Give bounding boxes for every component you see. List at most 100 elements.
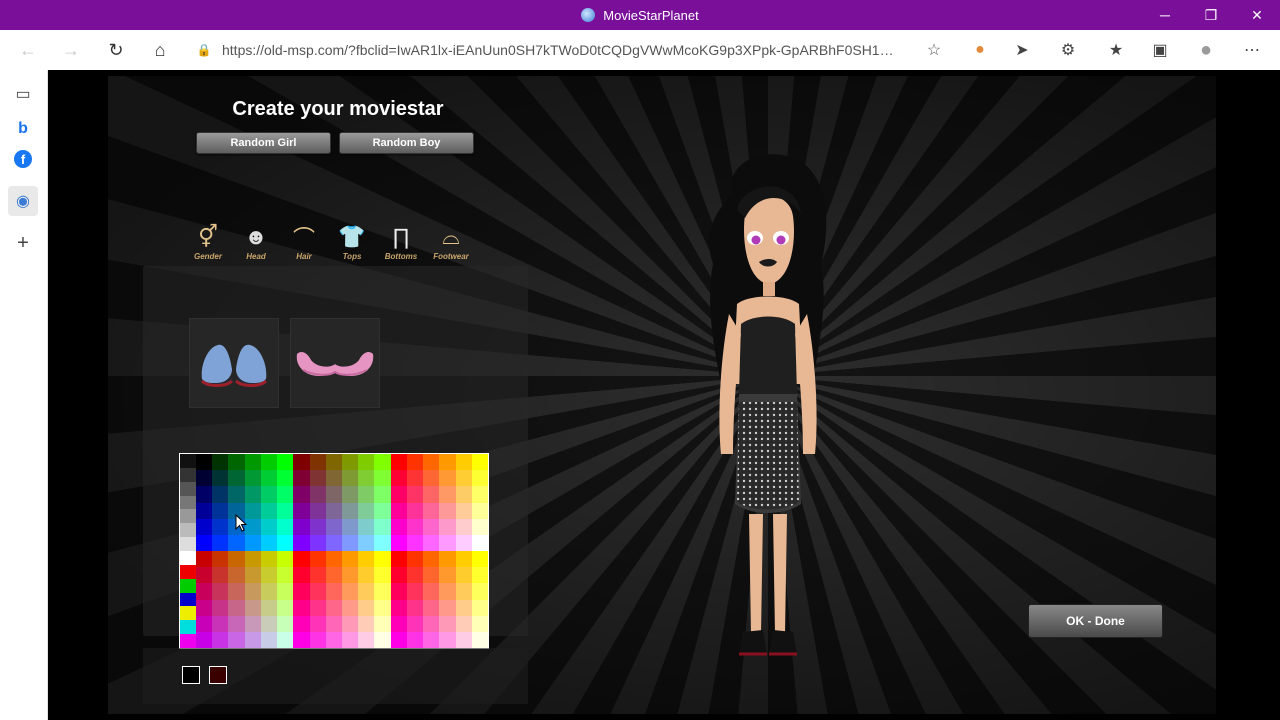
palette-swatch[interactable]	[180, 495, 196, 510]
palette-swatch[interactable]	[406, 583, 424, 600]
palette-swatch[interactable]	[471, 567, 488, 584]
palette-swatch[interactable]	[180, 467, 196, 482]
palette-swatch[interactable]	[471, 502, 488, 519]
palette-swatch[interactable]	[293, 534, 310, 552]
add-icon[interactable]: +	[8, 228, 38, 258]
palette-swatch[interactable]	[277, 534, 294, 552]
palette-swatch[interactable]	[374, 534, 391, 552]
tab-head[interactable]: ☻ Head	[234, 222, 278, 268]
palette-swatch[interactable]	[293, 486, 310, 503]
palette-swatch[interactable]	[471, 518, 488, 535]
palette-base-colors[interactable]	[180, 454, 196, 649]
palette-swatch[interactable]	[423, 502, 440, 519]
minimize-button[interactable]: ─	[1142, 0, 1188, 30]
palette-color-grid[interactable]	[196, 454, 488, 649]
palette-swatch[interactable]	[374, 486, 391, 503]
palette-swatch[interactable]	[423, 454, 440, 471]
palette-swatch[interactable]	[455, 534, 472, 552]
palette-swatch[interactable]	[277, 470, 294, 487]
palette-swatch[interactable]	[471, 599, 488, 616]
palette-swatch[interactable]	[423, 551, 440, 568]
palette-swatch[interactable]	[439, 470, 456, 487]
palette-swatch[interactable]	[180, 634, 196, 649]
palette-swatch[interactable]	[471, 615, 488, 632]
palette-swatch[interactable]	[309, 534, 326, 552]
palette-swatch[interactable]	[439, 454, 456, 471]
palette-swatch[interactable]	[325, 534, 342, 552]
palette-swatch[interactable]	[406, 454, 424, 471]
palette-swatch[interactable]	[293, 502, 310, 519]
palette-swatch[interactable]	[309, 631, 326, 649]
palette-swatch[interactable]	[374, 583, 391, 600]
palette-swatch[interactable]	[374, 454, 391, 471]
palette-swatch[interactable]	[325, 518, 342, 535]
palette-swatch[interactable]	[309, 615, 326, 632]
tab-bottoms[interactable]: ∏ Bottoms	[379, 222, 423, 268]
palette-swatch[interactable]	[455, 518, 472, 535]
palette-swatch[interactable]	[309, 518, 326, 535]
palette-swatch[interactable]	[277, 454, 294, 471]
palette-swatch[interactable]	[293, 518, 310, 535]
palette-swatch[interactable]	[455, 631, 472, 649]
more-icon[interactable]: ⋯	[1234, 30, 1270, 70]
palette-swatch[interactable]	[309, 583, 326, 600]
palette-swatch[interactable]	[358, 470, 375, 487]
palette-swatch[interactable]	[406, 470, 424, 487]
palette-swatch[interactable]	[244, 567, 261, 584]
palette-swatch[interactable]	[455, 599, 472, 616]
palette-swatch[interactable]	[196, 615, 213, 632]
palette-swatch[interactable]	[341, 583, 359, 600]
palette-swatch[interactable]	[277, 583, 294, 600]
palette-swatch[interactable]	[455, 551, 472, 568]
palette-swatch[interactable]	[244, 518, 261, 535]
palette-swatch[interactable]	[260, 615, 278, 632]
palette-swatch[interactable]	[260, 454, 278, 471]
palette-swatch[interactable]	[212, 454, 229, 471]
palette-swatch[interactable]	[293, 567, 310, 584]
palette-swatch[interactable]	[228, 486, 245, 503]
palette-swatch[interactable]	[277, 631, 294, 649]
palette-swatch[interactable]	[374, 567, 391, 584]
palette-swatch[interactable]	[244, 454, 261, 471]
palette-swatch[interactable]	[439, 583, 456, 600]
extensions-icon[interactable]: ⚙	[1050, 30, 1086, 70]
palette-swatch[interactable]	[260, 502, 278, 519]
palette-swatch[interactable]	[341, 615, 359, 632]
tabs-icon[interactable]: ▭	[8, 79, 38, 109]
palette-swatch[interactable]	[180, 509, 196, 524]
palette-swatch[interactable]	[406, 502, 424, 519]
palette-swatch[interactable]	[439, 631, 456, 649]
palette-swatch[interactable]	[439, 518, 456, 535]
palette-swatch[interactable]	[180, 551, 196, 565]
palette-swatch[interactable]	[277, 599, 294, 616]
palette-swatch[interactable]	[406, 599, 424, 616]
palette-swatch[interactable]	[244, 615, 261, 632]
palette-swatch[interactable]	[471, 534, 488, 552]
palette-swatch[interactable]	[260, 599, 278, 616]
palette-swatch[interactable]	[212, 470, 229, 487]
profile-avatar-icon[interactable]: ●	[1188, 30, 1224, 70]
palette-swatch[interactable]	[358, 486, 375, 503]
palette-swatch[interactable]	[309, 470, 326, 487]
palette-swatch[interactable]	[439, 599, 456, 616]
palette-swatch[interactable]	[244, 502, 261, 519]
palette-swatch[interactable]	[196, 486, 213, 503]
palette-swatch[interactable]	[228, 631, 245, 649]
palette-swatch[interactable]	[374, 599, 391, 616]
palette-swatch[interactable]	[212, 502, 229, 519]
palette-swatch[interactable]	[212, 599, 229, 616]
palette-swatch[interactable]	[374, 502, 391, 519]
palette-swatch[interactable]	[358, 551, 375, 568]
palette-swatch[interactable]	[341, 486, 359, 503]
palette-swatch[interactable]	[390, 518, 407, 535]
palette-swatch[interactable]	[260, 470, 278, 487]
palette-swatch[interactable]	[309, 567, 326, 584]
palette-swatch[interactable]	[325, 470, 342, 487]
tab-gender[interactable]: ⚥ Gender	[186, 222, 230, 268]
palette-swatch[interactable]	[406, 567, 424, 584]
palette-swatch[interactable]	[471, 470, 488, 487]
favorites-icon[interactable]: ★	[1098, 30, 1134, 70]
palette-swatch[interactable]	[455, 567, 472, 584]
palette-swatch[interactable]	[244, 599, 261, 616]
palette-swatch[interactable]	[212, 486, 229, 503]
